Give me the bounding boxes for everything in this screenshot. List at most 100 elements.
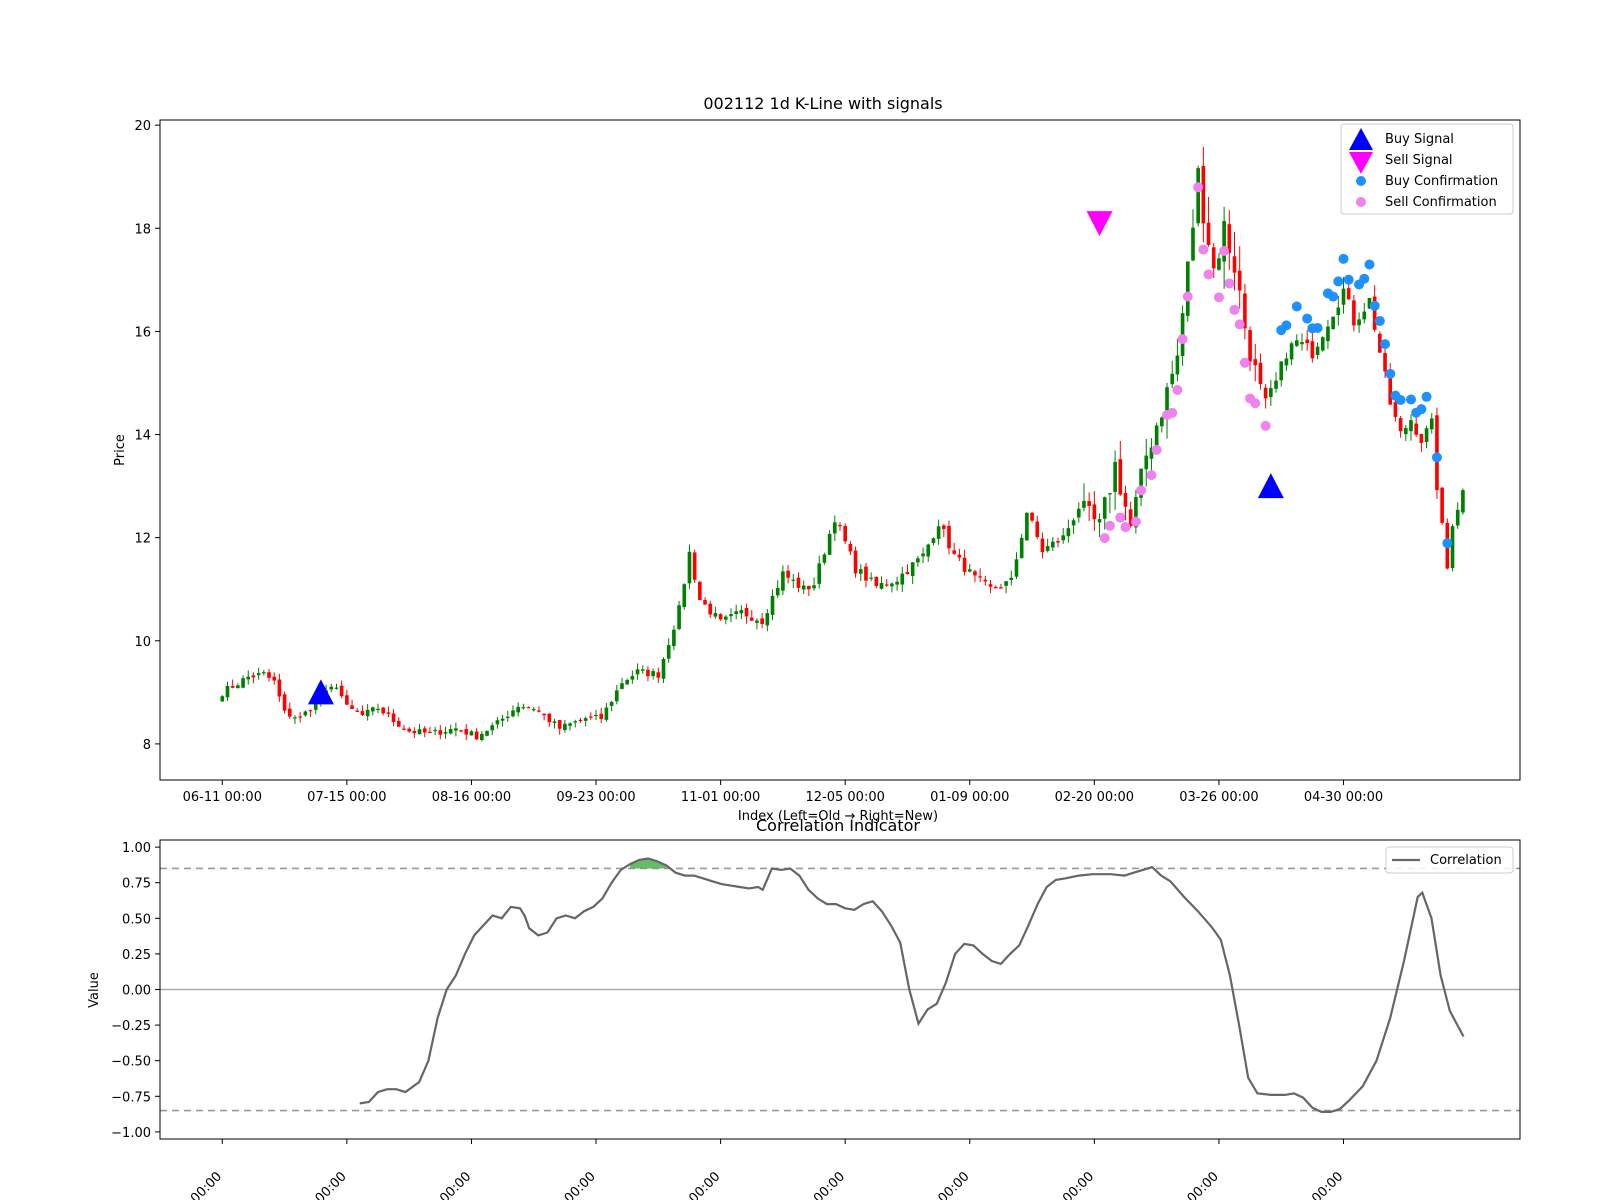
candle-body xyxy=(656,672,661,678)
candle-body xyxy=(516,706,520,713)
corr-ytick-label: −0.25 xyxy=(111,1019,151,1034)
candle-body xyxy=(428,731,432,734)
buy-confirmation-point xyxy=(1333,276,1344,287)
candle-body xyxy=(869,577,873,579)
candle-body xyxy=(583,718,588,721)
buy-confirmation-point xyxy=(1312,322,1323,333)
candle-body xyxy=(1305,339,1309,344)
candle-body xyxy=(1123,492,1128,507)
candle-body xyxy=(511,710,515,717)
candle-body xyxy=(734,611,738,615)
candle-body xyxy=(1025,512,1029,541)
candle-body xyxy=(303,711,308,716)
candle-body xyxy=(474,731,479,740)
corr-ytick-label: 1.00 xyxy=(122,841,151,856)
candle-body xyxy=(1160,417,1164,427)
candle-body xyxy=(843,526,848,542)
candle-body xyxy=(910,562,915,576)
candle-body xyxy=(931,538,936,544)
candle-body xyxy=(594,714,598,717)
candle-body xyxy=(729,614,733,617)
kline-plot-frame xyxy=(159,119,1521,781)
candle-body xyxy=(1362,311,1367,320)
kline-ytick-label: 12 xyxy=(134,532,151,547)
candle-body xyxy=(407,728,411,732)
candle-body xyxy=(308,710,313,712)
candle-body xyxy=(443,732,448,734)
sell-confirmation-point xyxy=(1115,512,1126,523)
kline-xtick-label: 08-16 00:00 xyxy=(432,790,511,805)
candle-body xyxy=(376,708,380,710)
candle-body xyxy=(1383,353,1387,372)
candle-body xyxy=(1279,361,1284,381)
candle-body xyxy=(1274,380,1278,389)
candle-body xyxy=(277,679,282,697)
candle-body xyxy=(921,553,925,557)
candle-body xyxy=(1326,326,1330,342)
kline-xtick-label: 01-09 00:00 xyxy=(930,790,1009,805)
candle-body xyxy=(614,690,619,702)
candle-body xyxy=(293,717,297,719)
buy-confirmation-point xyxy=(1291,301,1302,312)
candle-body xyxy=(1341,288,1346,305)
candle-body xyxy=(469,731,474,736)
correlation-line xyxy=(359,857,1465,1113)
candle-body xyxy=(345,695,349,705)
candle-body xyxy=(1185,261,1190,316)
candle-body xyxy=(1232,256,1237,273)
candle-body xyxy=(459,730,463,732)
sell-confirmation-point xyxy=(1250,398,1261,409)
candle-body xyxy=(1087,501,1091,506)
buy-confirmation-point xyxy=(1343,274,1354,285)
candle-body xyxy=(272,676,277,681)
candle-body xyxy=(604,707,609,720)
sell-confirmation-point xyxy=(1177,334,1188,345)
candle-body xyxy=(521,707,526,709)
kline-xtick-label: 06-11 00:00 xyxy=(183,790,262,805)
sell-confirmation-point xyxy=(1198,244,1209,255)
candle-body xyxy=(225,685,230,698)
candle-body xyxy=(1461,490,1465,513)
candle-body xyxy=(391,713,396,722)
kline-title: 002112 1d K-Line with signals xyxy=(703,94,942,113)
candle-body xyxy=(609,701,614,706)
candle-body xyxy=(967,569,972,572)
candle-body xyxy=(770,595,775,615)
buy-confirmation-point xyxy=(1405,394,1416,405)
candle-body xyxy=(1398,418,1403,432)
candle-body xyxy=(791,579,796,581)
candle-body xyxy=(298,716,302,718)
candle-body xyxy=(884,584,889,586)
corr-xtick-label: 9 00:00 xyxy=(927,1169,973,1200)
candle-body xyxy=(1071,520,1076,526)
candle-body xyxy=(1414,423,1418,435)
candle-body xyxy=(350,705,354,709)
kline-xtick-label: 07-15 00:00 xyxy=(307,790,386,805)
kline-signals xyxy=(307,211,1284,705)
candle-body xyxy=(241,678,245,688)
candle-body xyxy=(1403,428,1408,435)
candle-body xyxy=(760,618,764,624)
sell-confirmation-point xyxy=(1239,357,1250,368)
sell-confirmation-point xyxy=(1260,420,1271,431)
candle-body xyxy=(817,563,822,584)
candle-body xyxy=(464,729,469,735)
candle-body xyxy=(396,720,401,727)
candle-body xyxy=(1424,428,1429,443)
candle-body xyxy=(755,620,759,623)
corr-x-axis: 1 00:00 5 00:00 6 00:00 3 00:00 1 00:00 5 00:… xyxy=(179,1139,1346,1200)
corr-xtick-label: 3 00:00 xyxy=(553,1169,599,1200)
candle-body xyxy=(1082,500,1086,508)
candle-body xyxy=(1331,316,1335,330)
candle-body xyxy=(1409,420,1413,432)
candle-body xyxy=(386,712,391,714)
candle-body xyxy=(485,730,489,736)
candle-body xyxy=(916,558,920,563)
candle-body xyxy=(801,585,806,590)
sell-confirmation-point xyxy=(1120,522,1131,533)
candle-body xyxy=(672,629,676,647)
candle-body xyxy=(677,605,681,629)
candle-body xyxy=(1352,300,1356,326)
candle-body xyxy=(531,709,536,711)
corr-ylabel: Value xyxy=(87,972,102,1008)
